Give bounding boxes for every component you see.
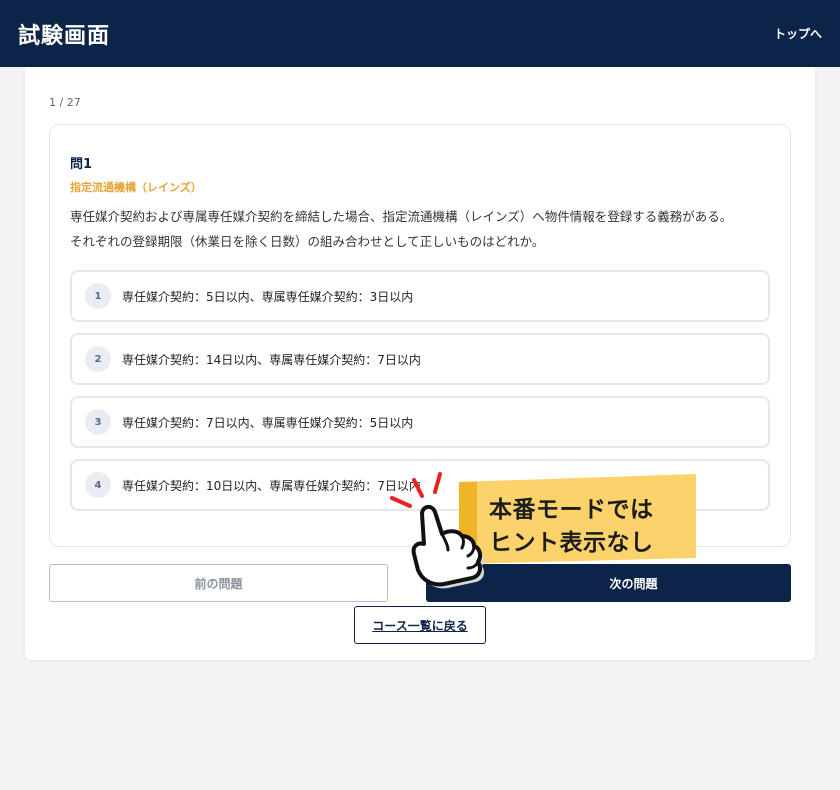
question-category: 指定流通機構（レインズ） bbox=[70, 181, 202, 194]
option-number-badge: 4 bbox=[85, 472, 111, 498]
answer-option-3[interactable]: 3 専任媒介契約：7日以内、専属専任媒介契約：5日以内 bbox=[70, 396, 770, 448]
question-text: 専任媒介契約および専属専任媒介契約を締結した場合、指定流通機構（レインズ）へ物件… bbox=[70, 204, 780, 254]
question-number: 問1 bbox=[70, 157, 93, 172]
back-to-courses-button[interactable]: コース一覧に戻る bbox=[354, 606, 486, 644]
progress-indicator: 1 / 27 bbox=[49, 96, 81, 109]
pointing-hand-icon bbox=[390, 472, 485, 589]
option-text: 専任媒介契約：5日以内、専属専任媒介契約：3日以内 bbox=[122, 289, 414, 304]
answer-option-2[interactable]: 2 専任媒介契約：14日以内、専属専任媒介契約：7日以内 bbox=[70, 333, 770, 385]
answer-option-1[interactable]: 1 専任媒介契約：5日以内、専属専任媒介契約：3日以内 bbox=[70, 270, 770, 322]
question-text-line1: 専任媒介契約および専属専任媒介契約を締結した場合、指定流通機構（レインズ）へ物件… bbox=[70, 209, 733, 224]
option-text: 専任媒介契約：7日以内、専属専任媒介契約：5日以内 bbox=[122, 415, 414, 430]
prev-question-button[interactable]: 前の問題 bbox=[49, 564, 388, 602]
option-number-badge: 3 bbox=[85, 409, 111, 435]
option-number-badge: 2 bbox=[85, 346, 111, 372]
question-text-line2: それぞれの登録期限（休業日を除く日数）の組み合わせとして正しいものはどれか。 bbox=[70, 234, 545, 249]
hint-annotation-note: 本番モードでは ヒント表示なし bbox=[459, 474, 696, 564]
app-header: 試験画面 トップへ bbox=[0, 0, 840, 67]
option-text: 専任媒介契約：14日以内、専属専任媒介契約：7日以内 bbox=[122, 352, 421, 367]
annotation-line2: ヒント表示なし bbox=[489, 530, 654, 556]
page-title: 試験画面 bbox=[18, 23, 111, 49]
option-number-badge: 1 bbox=[85, 283, 111, 309]
annotation-line1: 本番モードでは bbox=[489, 497, 654, 523]
option-text: 専任媒介契約：10日以内、専属専任媒介契約：7日以内 bbox=[122, 478, 421, 493]
top-link[interactable]: トップへ bbox=[774, 25, 822, 42]
